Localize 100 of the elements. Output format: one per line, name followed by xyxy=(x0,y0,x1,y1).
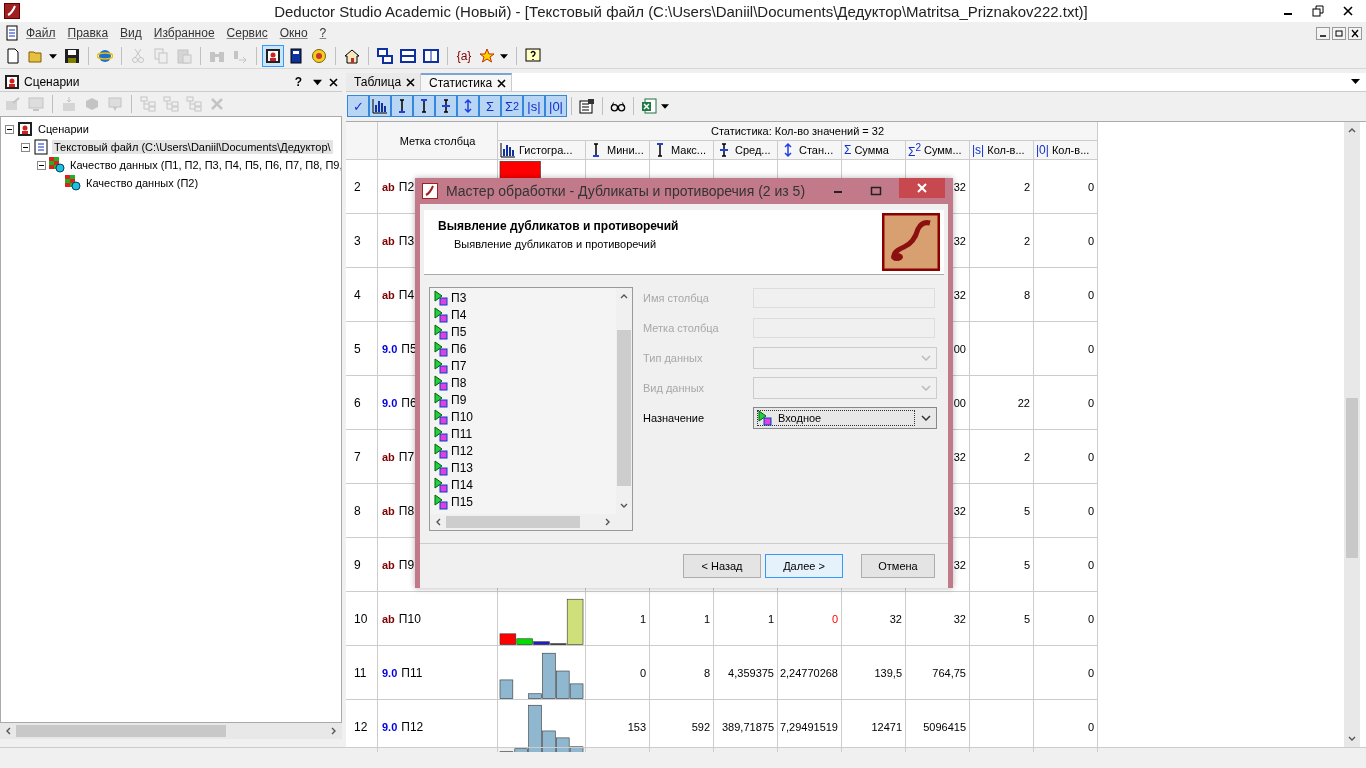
menu-item[interactable]: Правка xyxy=(61,26,115,40)
data-type-tag: ab xyxy=(382,288,395,301)
toolbar-button[interactable] xyxy=(369,95,391,117)
tree-item[interactable]: Качество данных (П2) xyxy=(84,176,201,190)
tree-item[interactable]: Текстовый файл (C:\Users\Daniil\Documents\Дедуктор\ xyxy=(52,140,333,154)
caret-icon[interactable] xyxy=(661,103,669,109)
toolbar-button[interactable]: Σ xyxy=(479,95,501,117)
collapse-icon[interactable] xyxy=(37,160,46,170)
column-header[interactable]: Гистогра... xyxy=(498,141,586,160)
toolbar-button[interactable] xyxy=(262,45,284,67)
tab[interactable]: Статистика xyxy=(421,73,513,91)
collapse-icon[interactable] xyxy=(21,142,30,152)
close-icon[interactable] xyxy=(1348,26,1362,40)
column-header[interactable]: Стан... xyxy=(778,141,842,160)
column-title: Кол-в... xyxy=(987,144,1025,156)
table-cell: 139,5 xyxy=(842,646,906,700)
list-item[interactable]: П3 xyxy=(451,290,467,305)
list-item[interactable]: П14 xyxy=(451,477,473,492)
scrollbar-thumb[interactable] xyxy=(617,330,631,486)
menu-item[interactable]: ? xyxy=(313,26,333,40)
list-item[interactable]: П13 xyxy=(451,460,473,475)
table-cell: 12471 xyxy=(842,700,906,752)
close-button[interactable] xyxy=(899,178,945,198)
close-icon[interactable] xyxy=(497,78,507,88)
column-header[interactable]: Метка столбца xyxy=(378,122,498,160)
close-icon[interactable] xyxy=(329,77,338,87)
tab[interactable]: Таблица xyxy=(346,73,422,91)
toolbar-button[interactable]: |0| xyxy=(545,95,567,117)
variables-button[interactable]: {a} xyxy=(453,45,475,67)
row-number: 12 xyxy=(346,700,378,752)
column-header[interactable]: |s| Кол-в... xyxy=(970,141,1034,160)
minimize-icon[interactable] xyxy=(1316,26,1330,40)
list-item[interactable]: П4 xyxy=(451,307,467,322)
list-item[interactable]: П8 xyxy=(451,375,467,390)
table-cell: 0 xyxy=(1034,160,1098,214)
star-icon xyxy=(479,48,495,64)
table-cell: 0 xyxy=(1034,646,1098,700)
menu-item[interactable]: Вид xyxy=(114,26,148,40)
menu-item[interactable]: Файл xyxy=(20,26,62,40)
list-item[interactable]: П9 xyxy=(451,392,467,407)
data-type-tag: ab xyxy=(382,450,395,463)
column-header[interactable]: Σ$^{2}$ Сумм... xyxy=(906,141,970,160)
scrollbar-thumb[interactable] xyxy=(16,725,226,737)
maximize-icon[interactable] xyxy=(870,185,882,197)
field-label: Метка столбца xyxy=(643,322,720,334)
restore-icon[interactable] xyxy=(1312,5,1324,17)
tree-item[interactable]: Качество данных (П1, П2, П3, П4, П5, П6, П7, П8, П9, xyxy=(68,158,341,172)
dialog-button[interactable]: Отмена xyxy=(861,554,935,578)
statistic-symbol: Σ xyxy=(844,143,852,157)
column-header[interactable]: Макс... xyxy=(650,141,714,160)
caret-icon[interactable] xyxy=(49,53,57,59)
menu-item[interactable]: Окно xyxy=(273,26,314,40)
column-header[interactable]: |0| Кол-в... xyxy=(1034,141,1098,160)
toolbar-button[interactable] xyxy=(413,95,435,117)
window-title: Deductor Studio Academic (Новый) - [Текстовый файл (C:\Users\Daniil\Documents\Дедуктор\Matritsa_Priznakov222.txt)] xyxy=(273,2,1089,20)
column-header[interactable]: Сред... xyxy=(714,141,778,160)
toolbar-button[interactable]: |s| xyxy=(523,95,545,117)
scrollbar-thumb[interactable] xyxy=(446,516,581,528)
spreadsheet-icon xyxy=(641,98,657,114)
toolbar-button[interactable]: ✓ xyxy=(347,95,369,117)
list-item[interactable]: П10 xyxy=(451,409,473,424)
scrollbar-thumb[interactable] xyxy=(1346,398,1358,558)
table-cell: 2 xyxy=(970,160,1034,214)
input-column-icon xyxy=(434,306,450,323)
toolbar-button[interactable] xyxy=(374,45,396,67)
list-item[interactable]: П11 xyxy=(451,426,473,441)
menu-item[interactable]: Сервис xyxy=(220,26,274,40)
tree-structure-icon xyxy=(163,96,179,112)
help-link[interactable]: ? xyxy=(294,75,302,89)
column-header[interactable]: Σ Сумма xyxy=(842,141,906,160)
close-icon[interactable] xyxy=(406,77,416,87)
export-icon xyxy=(5,96,21,112)
dropdown-field[interactable]: Входное xyxy=(753,407,937,429)
list-item[interactable]: П6 xyxy=(451,341,467,356)
list-item[interactable]: П15 xyxy=(451,494,473,509)
book-icon xyxy=(288,48,304,64)
data-type-tag: 9.0 xyxy=(382,342,398,355)
delete-icon xyxy=(209,96,225,112)
close-icon[interactable] xyxy=(1342,5,1354,17)
list-item[interactable]: П7 xyxy=(451,358,467,373)
help-icon xyxy=(525,48,541,64)
tree-item[interactable]: Сценарии xyxy=(36,122,91,136)
dialog-button[interactable]: Далее > xyxy=(765,554,843,578)
disc-icon xyxy=(311,48,327,64)
menu-item[interactable]: Избранное xyxy=(147,26,221,40)
caret-icon[interactable] xyxy=(500,53,508,59)
table-cell xyxy=(970,322,1034,376)
toolbar-button[interactable] xyxy=(391,95,413,117)
column-list[interactable]: П3 П4 П5 П6 П7 П8 П9 П10 П11 П12 П13 П14 П15 xyxy=(429,287,633,531)
column-header[interactable]: Мини... xyxy=(586,141,650,160)
collapse-icon[interactable] xyxy=(5,124,14,134)
caret-icon[interactable] xyxy=(1351,79,1360,84)
list-item[interactable]: П12 xyxy=(451,443,473,458)
toolbar-button[interactable] xyxy=(435,95,457,117)
dialog-button[interactable]: < Назад xyxy=(683,554,761,578)
input-column-icon xyxy=(434,408,450,425)
scenario-icon xyxy=(17,121,33,137)
list-item[interactable]: П5 xyxy=(451,324,467,339)
table-cell: 22 xyxy=(970,376,1034,430)
caret-icon[interactable] xyxy=(313,77,322,87)
